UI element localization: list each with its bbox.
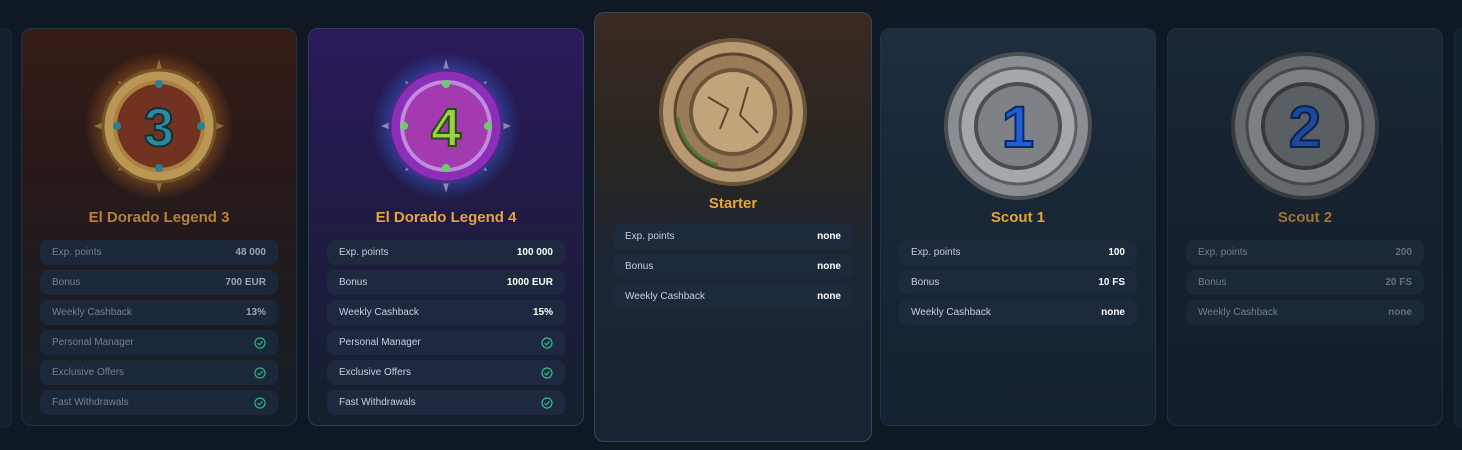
- card-title: Scout 2: [1277, 209, 1333, 226]
- level-card-scout-1[interactable]: 1 Scout 1 Exp. points 100 Bonus 10 FS Week…: [880, 28, 1156, 426]
- exp-points-row: Exp. points none: [613, 224, 853, 249]
- weekly-cashback-row: Weekly Cashback 13%: [40, 300, 278, 325]
- exp-points-row: Exp. points 48 000: [40, 240, 278, 265]
- level-3-medal-icon: 3: [84, 51, 234, 201]
- level-card-scout-2[interactable]: 2 Scout 2 Exp. points 200 Bonus 20 FS Week…: [1167, 28, 1443, 426]
- check-circle-icon: [541, 336, 553, 349]
- level-4-medal-icon: 4: [371, 51, 521, 201]
- starter-medal-icon: [658, 37, 808, 187]
- personal-manager-row: Personal Manager: [327, 330, 565, 355]
- fast-withdrawals-row: Fast Withdrawals: [40, 390, 278, 415]
- medal-number: 3: [144, 98, 174, 158]
- check-circle-icon: [254, 336, 266, 349]
- card-title: Scout 1: [990, 209, 1046, 226]
- weekly-cashback-row: Weekly Cashback none: [613, 284, 853, 309]
- check-circle-icon: [254, 366, 266, 379]
- check-circle-icon: [541, 366, 553, 379]
- level-card-el-dorado-legend-3[interactable]: 3 El Dorado Legend 3 Exp. points 48 000 B…: [21, 28, 297, 426]
- level-card-starter[interactable]: Starter Exp. points none Bonus none Weekly…: [594, 12, 872, 442]
- bonus-row: Bonus 10 FS: [899, 270, 1137, 295]
- level-card-el-dorado-legend-4[interactable]: 4 El Dorado Legend 4 Exp. points 100 000 …: [308, 28, 584, 426]
- bonus-row: Bonus 1000 EUR: [327, 270, 565, 295]
- scout-1-medal-icon: 1: [943, 51, 1093, 201]
- check-circle-icon: [254, 396, 266, 409]
- exclusive-offers-row: Exclusive Offers: [40, 360, 278, 385]
- card-title: El Dorado Legend 3: [88, 209, 230, 226]
- bonus-row: Bonus 20 FS: [1186, 270, 1424, 295]
- weekly-cashback-row: Weekly Cashback none: [899, 300, 1137, 325]
- next-card-edge[interactable]: [1454, 28, 1462, 428]
- previous-card-edge[interactable]: [0, 28, 12, 428]
- medal-number: 2: [1289, 95, 1321, 160]
- bonus-row: Bonus none: [613, 254, 853, 279]
- check-circle-icon: [541, 396, 553, 409]
- weekly-cashback-row: Weekly Cashback 15%: [327, 300, 565, 325]
- medal-number: 4: [431, 98, 461, 158]
- personal-manager-row: Personal Manager: [40, 330, 278, 355]
- exp-points-row: Exp. points 100: [899, 240, 1137, 265]
- exp-points-row: Exp. points 100 000: [327, 240, 565, 265]
- fast-withdrawals-row: Fast Withdrawals: [327, 390, 565, 415]
- medal-number: 1: [1002, 95, 1034, 160]
- exclusive-offers-row: Exclusive Offers: [327, 360, 565, 385]
- exp-points-row: Exp. points 200: [1186, 240, 1424, 265]
- card-title: El Dorado Legend 4: [375, 209, 517, 226]
- scout-2-medal-icon: 2: [1230, 51, 1380, 201]
- weekly-cashback-row: Weekly Cashback none: [1186, 300, 1424, 325]
- card-title: Starter: [708, 195, 758, 212]
- bonus-row: Bonus 700 EUR: [40, 270, 278, 295]
